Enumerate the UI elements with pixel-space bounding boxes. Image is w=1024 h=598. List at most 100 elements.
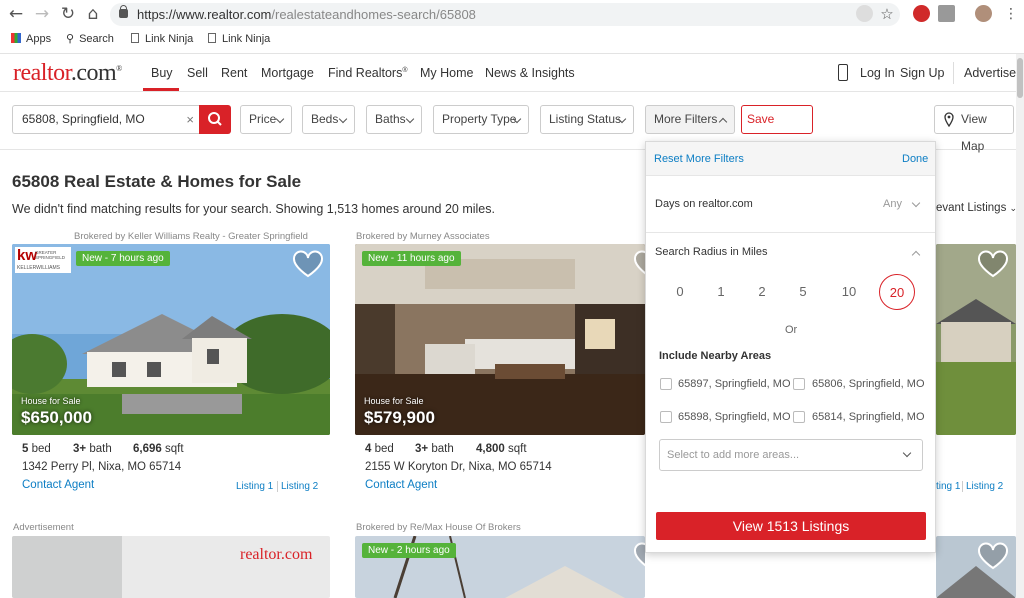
beds-filter[interactable]: Beds — [302, 105, 355, 134]
results-subtitle: We didn't find matching results for your… — [12, 202, 495, 216]
browser-chrome: ← → ↻ ⌂ https://www.realtor.com/realesta… — [0, 0, 1024, 54]
bath-count: 3+ bath — [415, 443, 454, 455]
advertisement-banner[interactable]: realtor.com — [12, 536, 330, 598]
radius-option-1[interactable]: 1 — [703, 274, 739, 310]
login-link[interactable]: Log In — [860, 66, 895, 80]
property-type-label: House for Sale — [21, 396, 81, 406]
heart-icon[interactable] — [292, 250, 324, 278]
listing-2-link[interactable]: Listing 2 — [966, 481, 1003, 492]
bookmark-label: Search — [79, 33, 114, 45]
listing-photo[interactable] — [936, 244, 1016, 435]
checkbox-65898[interactable] — [660, 411, 672, 423]
location-search-input[interactable]: 65808, Springfield, MO × — [12, 105, 200, 134]
baths-filter[interactable]: Baths — [366, 105, 422, 134]
realtor-logo[interactable]: realtor.com® — [13, 60, 122, 87]
new-listing-badge: New - 7 hours ago — [76, 251, 170, 266]
translate-icon[interactable] — [856, 5, 873, 22]
more-filters-panel: Reset More Filters Done Days on realtor.… — [645, 141, 936, 553]
forward-icon[interactable]: → — [31, 3, 53, 25]
advertise-link[interactable]: Advertise — [964, 66, 1016, 80]
price-filter[interactable]: Price — [240, 105, 292, 134]
checkbox-65814[interactable] — [793, 411, 805, 423]
or-divider-label: Or — [785, 324, 798, 336]
done-link[interactable]: Done — [902, 153, 928, 165]
radius-option-10[interactable]: 10 — [831, 274, 867, 310]
area-label: 65898, Springfield, MO — [678, 411, 791, 423]
pinterest-icon[interactable] — [913, 5, 930, 22]
broker-label: Brokered by Re/Max House Of Brokers — [356, 522, 521, 533]
search-value: 65808, Springfield, MO — [22, 112, 145, 126]
heart-icon[interactable] — [977, 542, 1009, 570]
nav-buy[interactable]: Buy — [151, 66, 173, 80]
listing-1-link[interactable]: Listing 1 — [236, 481, 273, 492]
bookmark-label: Apps — [26, 33, 52, 45]
contact-agent-link[interactable]: Contact Agent — [22, 479, 94, 491]
reload-icon[interactable]: ↻ — [57, 3, 79, 25]
listing-1-link[interactable]: ting 1 — [936, 481, 960, 492]
listing-status-filter[interactable]: Listing Status — [540, 105, 634, 134]
bookmark-link-ninja-1[interactable]: Link Ninja — [131, 31, 193, 47]
scrollbar-thumb[interactable] — [1017, 58, 1023, 98]
search-button[interactable] — [199, 105, 231, 134]
advertisement-label: Advertisement — [13, 522, 74, 533]
heart-icon[interactable] — [633, 250, 645, 278]
clear-icon[interactable]: × — [186, 106, 194, 133]
radius-option-2[interactable]: 2 — [744, 274, 780, 310]
days-on-market-select[interactable]: Days on realtor.com Any — [646, 176, 935, 232]
extension-icon[interactable] — [938, 5, 955, 22]
broker-label: Brokered by Keller Williams Realty - Gre… — [74, 231, 308, 242]
header-divider — [953, 62, 954, 84]
address-bar[interactable]: https://www.realtor.com/realestateandhom… — [110, 3, 900, 26]
listing-photo[interactable]: New - 11 hours ago House for Sale $579,9… — [355, 244, 645, 435]
signup-link[interactable]: Sign Up — [900, 66, 944, 80]
lock-icon — [119, 5, 128, 18]
property-type-filter[interactable]: Property Type — [433, 105, 529, 134]
heart-icon[interactable] — [977, 250, 1009, 278]
checkbox-65806[interactable] — [793, 378, 805, 390]
more-filters-toggle[interactable]: More Filters — [645, 105, 735, 134]
mobile-phone-icon[interactable] — [838, 64, 848, 81]
nav-rent[interactable]: Rent — [221, 66, 247, 80]
contact-agent-link[interactable]: Contact Agent — [365, 479, 437, 491]
view-listings-button[interactable]: View 1513 Listings — [656, 512, 926, 540]
nav-sell[interactable]: Sell — [187, 66, 208, 80]
bookmark-label: Link Ninja — [222, 33, 271, 45]
sort-dropdown[interactable]: evant Listings ⌄ — [936, 202, 1017, 214]
home-icon[interactable]: ⌂ — [82, 3, 104, 25]
radius-option-20-selected[interactable]: 20 — [879, 274, 915, 310]
listing-photo[interactable]: kw GREATER SPRINGFIELD KELLERWILLIAMS Ne… — [12, 244, 330, 435]
heart-icon[interactable] — [633, 542, 645, 570]
nav-find-realtors[interactable]: Find Realtors® — [328, 66, 408, 80]
radius-option-0[interactable]: 0 — [662, 274, 698, 310]
scrollbar-track[interactable] — [1016, 54, 1024, 598]
page-icon — [208, 33, 216, 43]
add-areas-select[interactable]: Select to add more areas... — [659, 439, 923, 471]
back-icon[interactable]: ← — [5, 3, 27, 25]
nav-mortgage[interactable]: Mortgage — [261, 66, 314, 80]
save-search-button[interactable]: Save Search — [741, 105, 813, 153]
days-value: Any — [883, 198, 902, 210]
menu-icon[interactable]: ⋮ — [1000, 3, 1022, 25]
site-header: realtor.com® Buy Sell Rent Mortgage Find… — [0, 54, 1016, 92]
bookmark-label: Link Ninja — [145, 33, 194, 45]
star-icon[interactable]: ☆ — [876, 3, 898, 25]
radius-option-5[interactable]: 5 — [785, 274, 821, 310]
bookmark-search[interactable]: ⚲ Search — [66, 31, 114, 47]
view-map-button[interactable]: View Map — [934, 105, 1014, 153]
bookmark-link-ninja-2[interactable]: Link Ninja — [208, 31, 270, 47]
listing-address[interactable]: 2155 W Koryton Dr, Nixa, MO 65714 — [365, 461, 552, 473]
new-listing-badge: New - 2 hours ago — [362, 543, 456, 558]
nav-my-home[interactable]: My Home — [420, 66, 473, 80]
chevron-up-icon[interactable] — [911, 250, 921, 260]
bookmark-apps[interactable]: Apps — [11, 31, 51, 47]
listing-photo[interactable] — [936, 536, 1016, 598]
reset-filters-link[interactable]: Reset More Filters — [654, 153, 744, 165]
nav-news-insights[interactable]: News & Insights — [485, 66, 575, 80]
listing-address[interactable]: 1342 Perry Pl, Nixa, MO 65714 — [22, 461, 181, 473]
listing-2-link[interactable]: Listing 2 — [281, 481, 318, 492]
profile-avatar[interactable] — [975, 5, 992, 22]
checkbox-65897[interactable] — [660, 378, 672, 390]
page-title: 65808 Real Estate & Homes for Sale — [12, 172, 302, 191]
listing-photo[interactable]: New - 2 hours ago — [355, 536, 645, 598]
days-label: Days on realtor.com — [655, 198, 753, 210]
